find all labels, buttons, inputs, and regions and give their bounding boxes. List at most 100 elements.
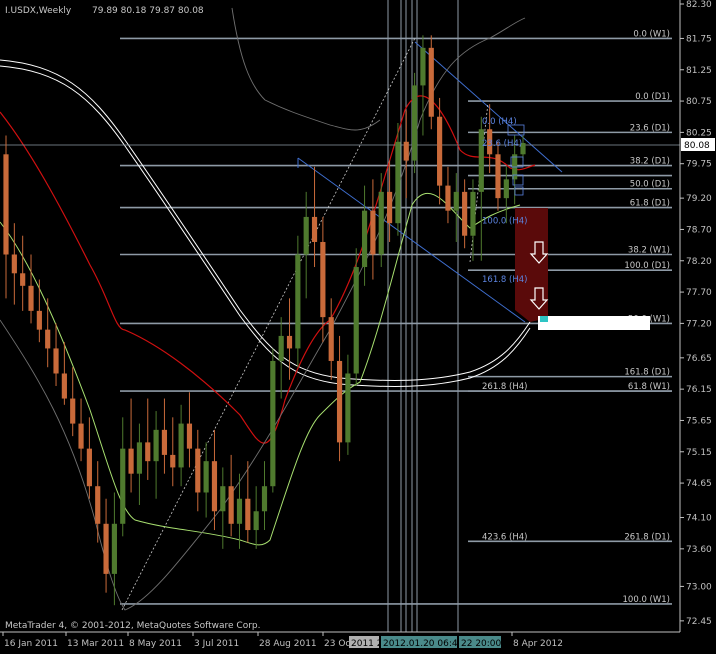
fib-level-label: 38.2 (D1) <box>630 157 670 167</box>
candle-body <box>195 448 201 493</box>
fib-level-label: 38.2 (W1) <box>628 246 670 256</box>
fib-level-label: 161.8 (D1) <box>624 368 670 378</box>
candle-body <box>11 254 17 274</box>
y-tick-label: 80.75 <box>686 97 712 107</box>
fib-level-label: 100.0 (W1) <box>623 595 670 605</box>
price-chart[interactable]: 0.0 (W1) 0.0 (D1) 23.6 (D1) 38.2 (D1) 50.0 (… <box>0 0 716 654</box>
candle-body <box>453 191 459 211</box>
y-tick-label: 80.25 <box>686 128 712 138</box>
candle-body <box>336 360 343 443</box>
candle-body <box>153 429 159 462</box>
candle-body <box>311 216 318 242</box>
candle-body <box>253 511 259 531</box>
candle-body <box>278 335 284 361</box>
candle-body <box>36 310 42 330</box>
candle-body <box>412 85 418 161</box>
candle-body <box>78 423 84 449</box>
y-tick-label: 72.45 <box>686 617 712 627</box>
candle-body <box>28 285 34 311</box>
chart-symbol-timeframe: I.USDX,Weekly <box>5 6 72 16</box>
candle-body <box>145 442 151 462</box>
candle-body <box>45 329 51 349</box>
candle-body <box>495 154 501 199</box>
candle-body <box>328 317 334 361</box>
candle-body <box>178 423 184 468</box>
y-tick-label: 74.10 <box>686 514 712 524</box>
candle-body <box>470 191 476 236</box>
candle-body <box>320 241 326 318</box>
x-tick-label: 3 Jul 2011 <box>194 639 239 649</box>
candle-body <box>3 154 9 255</box>
candle-body <box>245 498 251 531</box>
candle-body <box>261 486 268 512</box>
candle-body <box>420 47 426 86</box>
x-tick-label: 13 Mar 2011 <box>67 639 124 649</box>
y-tick-label: 76.15 <box>686 385 712 395</box>
candle-body <box>503 179 509 199</box>
candle-body <box>186 423 193 449</box>
x-tick-label: 28 Aug 2011 <box>259 639 317 649</box>
watermark: MetaTrader 4, © 2001-2012, MetaQuotes So… <box>5 621 261 631</box>
candle-body <box>462 191 468 236</box>
candle-body <box>228 486 234 524</box>
h4-level-label: 423.6 (H4) <box>482 532 527 542</box>
date-box-label: 2011 2 <box>351 639 383 649</box>
current-price-label: 80.08 <box>684 141 710 151</box>
candle-body <box>61 373 67 399</box>
candle-body <box>428 47 434 117</box>
y-tick-label: 74.65 <box>686 479 712 489</box>
candle-body <box>236 498 243 524</box>
fib-level-label: 23.6 (D1) <box>630 123 670 133</box>
y-tick-label: 75.15 <box>686 448 712 458</box>
candle-body <box>203 461 209 493</box>
y-tick-label: 81.25 <box>686 66 712 76</box>
candle-body <box>445 185 451 211</box>
candle-body <box>403 141 409 161</box>
candle-body <box>437 116 443 186</box>
candle-body <box>70 398 76 424</box>
y-tick-label: 73.00 <box>686 582 712 592</box>
candle-body <box>345 373 351 443</box>
candle-body <box>86 448 92 487</box>
y-tick-label: 78.20 <box>686 257 712 267</box>
date-box-label: 22 20:00 2 <box>461 639 510 649</box>
h4-level-label: 23.6 (H4) <box>482 139 522 149</box>
fib-level-label: 0.0 (W1) <box>633 29 670 39</box>
y-tick-label: 79.20 <box>686 194 712 204</box>
fib-level-label: 50.0 (D1) <box>630 180 670 190</box>
candle-body <box>211 461 218 512</box>
fib-level-label: 61.8 (D1) <box>630 199 670 209</box>
candle-body <box>20 273 26 286</box>
h4-level-label: 100.0 (H4) <box>482 217 527 227</box>
candle-body <box>378 191 384 255</box>
target-highlight <box>538 316 650 330</box>
candle-body <box>136 442 143 474</box>
candle-body <box>395 141 401 224</box>
candle-body <box>286 335 293 349</box>
h4-level-label: 261.8 (H4) <box>482 382 527 392</box>
y-tick-label: 81.75 <box>686 34 712 44</box>
y-tick-label: 75.65 <box>686 416 712 426</box>
y-tick-label: 77.20 <box>686 319 712 329</box>
candle-body <box>103 523 109 574</box>
date-box-label: 2012.01.20 06:45 <box>383 639 463 649</box>
fib-level-label: 100.0 (D1) <box>624 261 670 271</box>
candle-body <box>386 191 393 224</box>
chart-ohlc: 79.89 80.18 79.87 80.08 <box>92 6 204 16</box>
candle-body <box>53 348 59 374</box>
candle-body <box>361 210 368 268</box>
target-marker <box>540 316 548 322</box>
x-tick-label: 8 May 2011 <box>129 639 182 649</box>
candle-body <box>170 454 176 468</box>
x-tick-label: 16 Jan 2011 <box>4 639 58 649</box>
y-tick-label: 73.60 <box>686 545 712 555</box>
candle-body <box>270 360 276 487</box>
y-tick-label: 82.30 <box>686 0 712 10</box>
y-tick-label: 78.70 <box>686 225 712 235</box>
candle-body <box>128 448 134 474</box>
y-tick-label: 77.70 <box>686 288 712 298</box>
candle-body <box>111 523 117 574</box>
candle-body <box>295 254 301 349</box>
candle-body <box>303 216 309 255</box>
h4-level-label: 0.0 (H4) <box>482 117 517 127</box>
